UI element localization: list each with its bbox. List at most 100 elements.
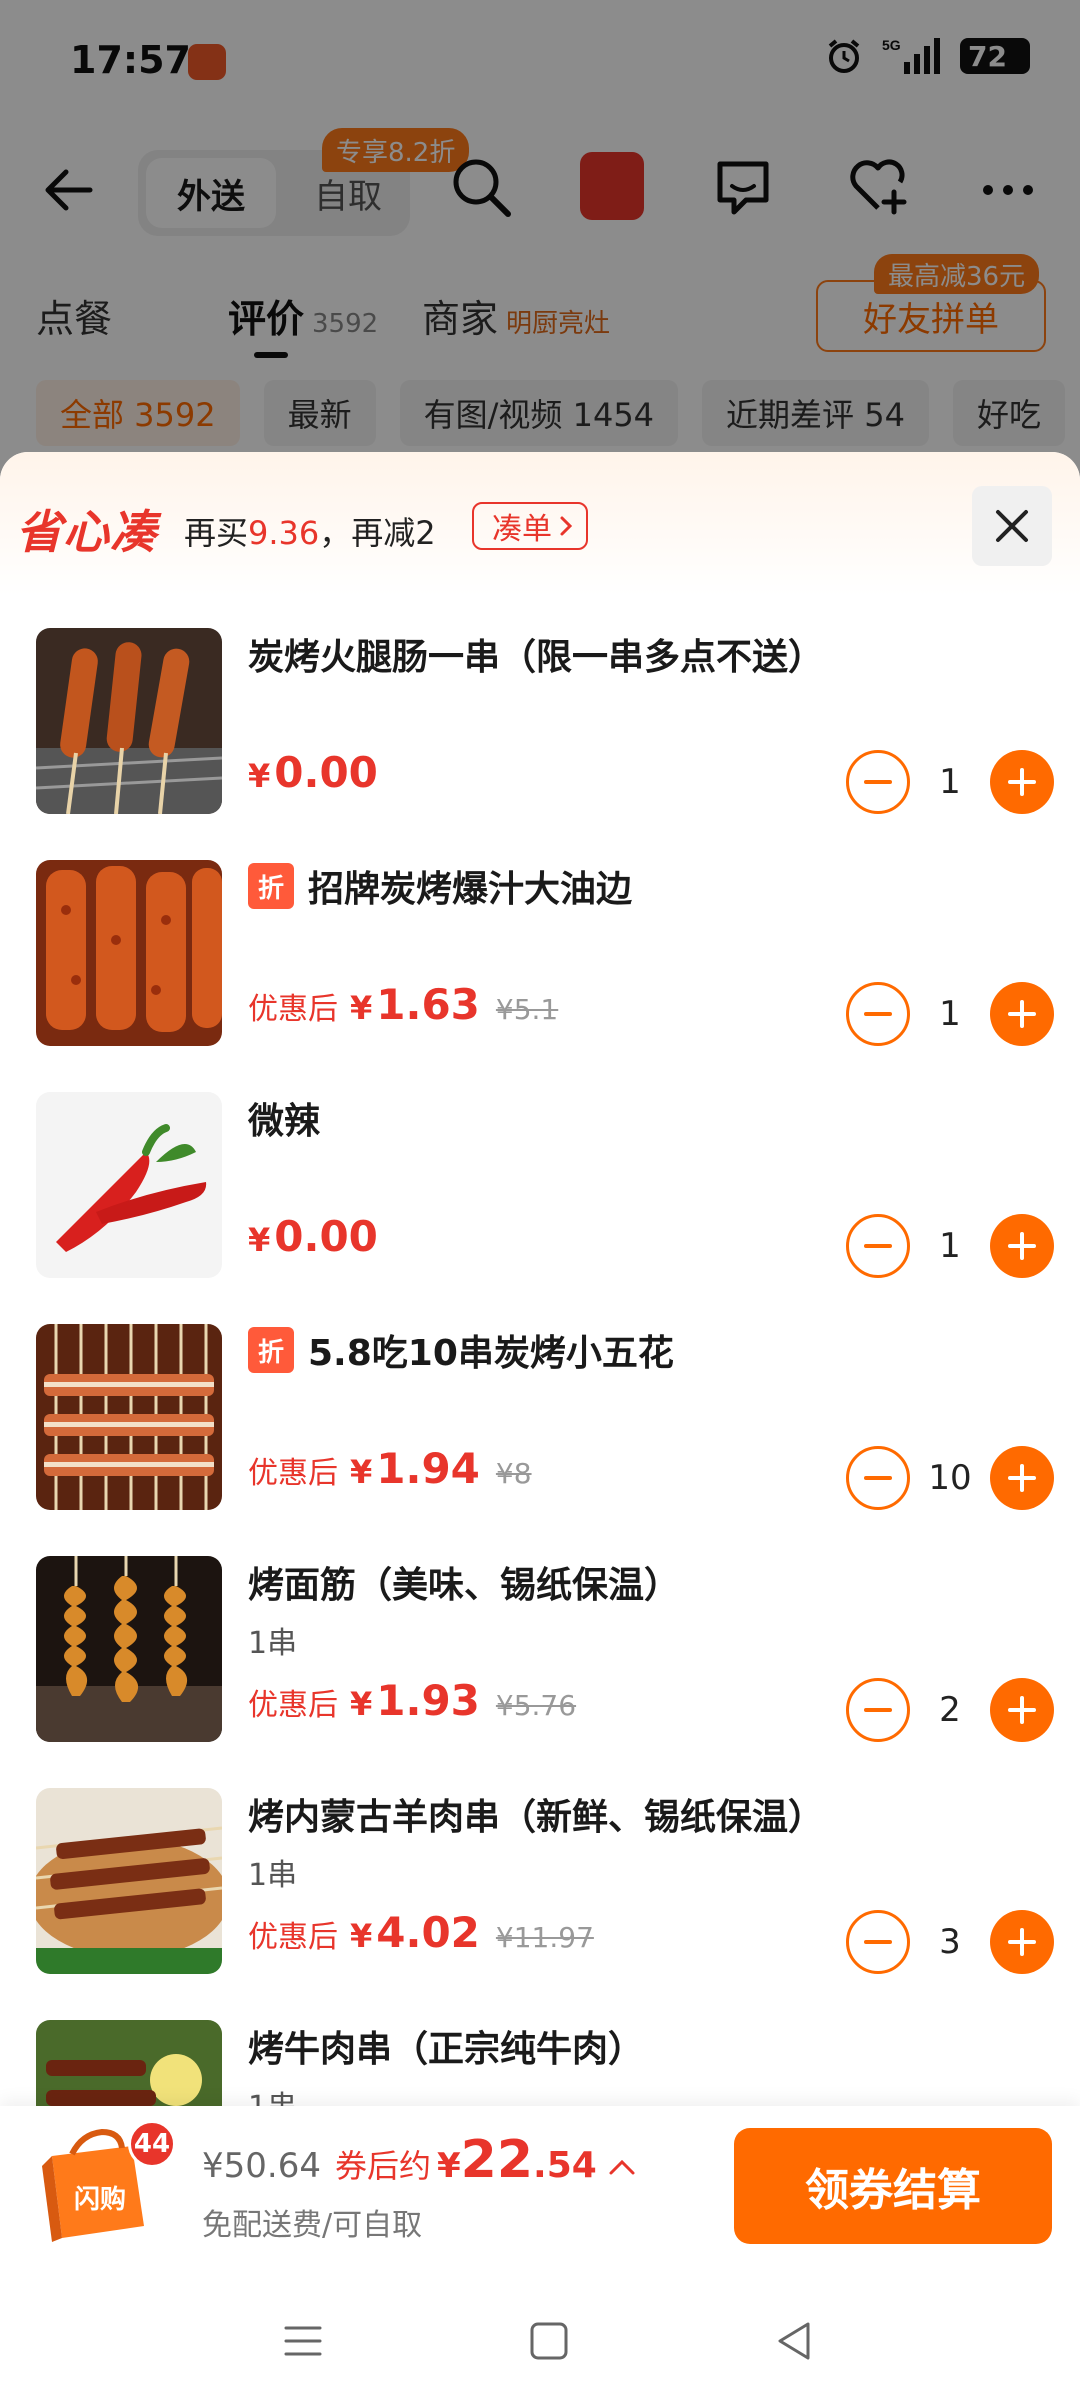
quantity-value: 1 <box>939 1226 961 1266</box>
chevron-right-icon <box>560 516 573 536</box>
quantity-value: 2 <box>939 1690 961 1730</box>
price-summary[interactable]: ¥50.64 券后约 ¥ 22 .54 <box>202 2130 637 2190</box>
promo-text-prefix: 再买 <box>184 514 249 552</box>
cart-count-badge: 44 <box>128 2120 176 2168</box>
add-more-label: 凑单 <box>492 512 552 547</box>
item-name-text: 招牌炭烤爆汁大油边 <box>308 869 633 910</box>
price-label: 优惠后 <box>248 992 338 1027</box>
item-image-gluten[interactable] <box>36 1556 222 1742</box>
close-icon <box>996 510 1028 542</box>
price-currency: ¥ <box>350 1685 373 1723</box>
discount-tag: 折 <box>248 1327 294 1373</box>
quantity-value: 1 <box>939 994 961 1034</box>
original-price: ¥5.76 <box>495 1689 577 1722</box>
price-value: 0.00 <box>274 1212 378 1261</box>
price-currency: ¥ <box>248 757 271 795</box>
close-button[interactable] <box>972 486 1052 566</box>
increase-button[interactable] <box>990 1446 1054 1510</box>
item-image-chili[interactable] <box>36 1092 222 1278</box>
total-currency: ¥ <box>436 2146 461 2186</box>
item-name: 烤面筋（美味、锡纸保温） <box>248 1565 681 1606</box>
increase-button[interactable] <box>990 1214 1054 1278</box>
quantity-value: 3 <box>939 1922 961 1962</box>
cart-item: 折 5.8吃10串炭烤小五花 优惠后 ¥ 1.94 ¥8 10 <box>0 1324 1080 1556</box>
back-triangle-icon[interactable] <box>770 2316 820 2366</box>
total-decimal: .54 <box>533 2145 597 2186</box>
promo-bar: 省心凑 再买9.36，再减2 凑单 <box>0 452 1080 596</box>
item-price: 优惠后 ¥ 1.63 ¥5.1 <box>248 980 558 1029</box>
decrease-button[interactable] <box>846 1214 910 1278</box>
item-name: 烤牛肉串（正宗纯牛肉） <box>248 2029 645 2070</box>
decrease-button[interactable] <box>846 1910 910 1974</box>
price-value: 0.00 <box>274 748 378 797</box>
promo-logo: 省心凑 <box>16 505 157 559</box>
item-name-text: 5.8吃10串炭烤小五花 <box>308 1333 674 1374</box>
original-total: ¥50.64 <box>202 2146 321 2186</box>
quantity-value: 1 <box>939 762 961 802</box>
item-price: 优惠后 ¥ 4.02 ¥11.97 <box>248 1908 594 1957</box>
cart-item: 烤面筋（美味、锡纸保温） 1串 优惠后 ¥ 1.93 ¥5.76 2 <box>0 1556 1080 1788</box>
checkout-bar: 闪购 44 ¥50.64 券后约 ¥ 22 .54 免配送费/可自取 领券结算 <box>0 2106 1080 2282</box>
item-price: 优惠后 ¥ 1.93 ¥5.76 <box>248 1676 576 1725</box>
item-spec: 1串 <box>248 1626 298 1661</box>
original-price: ¥11.97 <box>495 1921 594 1954</box>
item-image-sausage[interactable] <box>36 628 222 814</box>
quantity-stepper: 3 <box>846 1910 1054 1974</box>
price-label: 优惠后 <box>248 1456 338 1491</box>
price-currency: ¥ <box>350 1453 373 1491</box>
quantity-value: 10 <box>928 1458 972 1498</box>
price-currency: ¥ <box>248 1221 271 1259</box>
item-image-oil-edge[interactable] <box>36 860 222 1046</box>
increase-button[interactable] <box>990 1678 1054 1742</box>
discount-tag: 折 <box>248 863 294 909</box>
decrease-button[interactable] <box>846 1678 910 1742</box>
price-value: 1.93 <box>376 1676 480 1725</box>
modal-overlay[interactable] <box>0 0 1080 460</box>
item-price: 优惠后 ¥ 1.94 ¥8 <box>248 1444 532 1493</box>
price-value: 1.94 <box>376 1444 480 1493</box>
price-currency: ¥ <box>350 1917 373 1955</box>
item-name: 折 5.8吃10串炭烤小五花 <box>248 1324 674 1376</box>
quantity-stepper: 10 <box>846 1446 1054 1510</box>
quantity-stepper: 1 <box>846 1214 1054 1278</box>
system-nav-bar <box>0 2282 1080 2400</box>
item-name: 微辣 <box>248 1101 321 1142</box>
item-image-lamb-skewers[interactable] <box>36 1788 222 1974</box>
item-name: 烤内蒙古羊肉串（新鲜、锡纸保温） <box>248 1797 825 1838</box>
decrease-button[interactable] <box>846 1446 910 1510</box>
cart-item: 烤内蒙古羊肉串（新鲜、锡纸保温） 1串 优惠后 ¥ 4.02 ¥11.97 3 <box>0 1788 1080 2020</box>
promo-text-suffix: ，再减2 <box>319 514 436 552</box>
cart-item: 微辣 ¥ 0.00 1 <box>0 1092 1080 1324</box>
delivery-note: 免配送费/可自取 <box>202 2208 423 2243</box>
bag-label: 闪购 <box>74 2184 126 2214</box>
quantity-stepper: 2 <box>846 1678 1054 1742</box>
increase-button[interactable] <box>990 750 1054 814</box>
cart-item: 炭烤火腿肠一串（限一串多点不送） ¥ 0.00 1 <box>0 628 1080 860</box>
total-integer: 22 <box>460 2130 534 2190</box>
item-image-pork-belly[interactable] <box>36 1324 222 1510</box>
home-icon[interactable] <box>524 2316 574 2366</box>
increase-button[interactable] <box>990 1910 1054 1974</box>
cart-item: 折 招牌炭烤爆汁大油边 优惠后 ¥ 1.63 ¥5.1 1 <box>0 860 1080 1092</box>
checkout-button[interactable]: 领券结算 <box>734 2128 1052 2244</box>
promo-text: 再买9.36，再减2 <box>184 508 436 554</box>
price-label: 优惠后 <box>248 1688 338 1723</box>
price-value: 4.02 <box>376 1908 480 1957</box>
item-name: 炭烤火腿肠一串（限一串多点不送） <box>248 637 825 678</box>
decrease-button[interactable] <box>846 982 910 1046</box>
add-more-button[interactable]: 凑单 <box>472 502 588 550</box>
original-price: ¥8 <box>495 1457 532 1490</box>
store-page-background: 17:57 5G 72 外送 自取 专享8.2折 点餐 评价 3592 商家 明… <box>0 0 1080 460</box>
decrease-button[interactable] <box>846 750 910 814</box>
item-spec: 1串 <box>248 1858 298 1893</box>
increase-button[interactable] <box>990 982 1054 1046</box>
original-price: ¥5.1 <box>495 993 559 1026</box>
after-coupon-label: 券后约 <box>334 2147 431 2185</box>
quantity-stepper: 1 <box>846 982 1054 1046</box>
price-value: 1.63 <box>376 980 480 1029</box>
quantity-stepper: 1 <box>846 750 1054 814</box>
promo-amount: 9.36 <box>248 514 320 552</box>
price-label: 优惠后 <box>248 1920 338 1955</box>
menu-icon[interactable] <box>278 2316 328 2366</box>
price-currency: ¥ <box>350 989 373 1027</box>
